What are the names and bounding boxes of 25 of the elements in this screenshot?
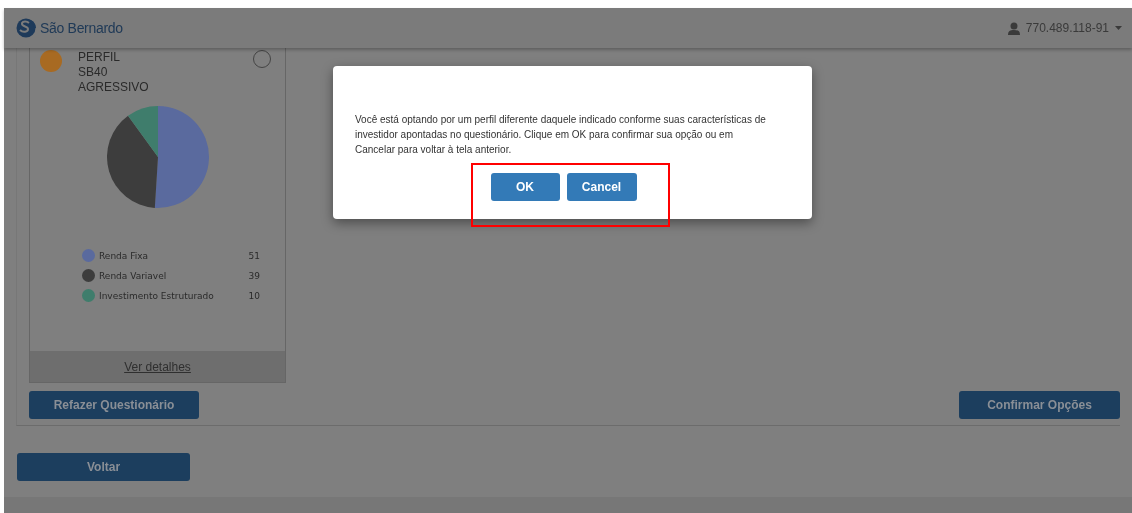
back-button[interactable]: Voltar: [17, 453, 190, 481]
confirm-button[interactable]: Confirmar Opções: [959, 391, 1120, 419]
logo-icon: [16, 18, 38, 38]
dialog-message: Você está optando por um perfil diferente daquele indicado conforme suas características de investidor apontadas no questionário. Clique em OK para confirmar sua opção ou em Cancelar para voltar à tela anterior.: [355, 113, 767, 157]
legend-value: 51: [248, 250, 260, 261]
profile-dot-icon: [40, 50, 62, 72]
profile-code: SB40: [78, 65, 109, 80]
legend-label: Investimento Estruturado: [99, 290, 215, 301]
redo-button[interactable]: Refazer Questionário: [29, 391, 199, 419]
user-icon[interactable]: [1007, 21, 1020, 35]
ok-button[interactable]: OK: [490, 173, 560, 201]
legend-value: 10: [248, 290, 260, 301]
profile-heading: PERFIL: [78, 50, 121, 65]
details-link[interactable]: Ver detalhes: [124, 359, 191, 374]
profile-name: AGRESSIVO: [78, 80, 149, 95]
legend-dot: [82, 249, 95, 262]
legend-label: Renda Fixa: [99, 250, 150, 261]
legend-value: 39: [248, 270, 260, 281]
brand-name: São Bernardo: [40, 20, 123, 36]
caret-icon[interactable]: [1115, 26, 1122, 30]
cancel-button[interactable]: Cancel: [566, 173, 637, 201]
legend-label: Renda Variavel: [99, 270, 168, 281]
legend-dot: [82, 289, 95, 302]
user-id[interactable]: 770.489.118-91: [1025, 21, 1109, 35]
legend-dot: [82, 269, 95, 282]
